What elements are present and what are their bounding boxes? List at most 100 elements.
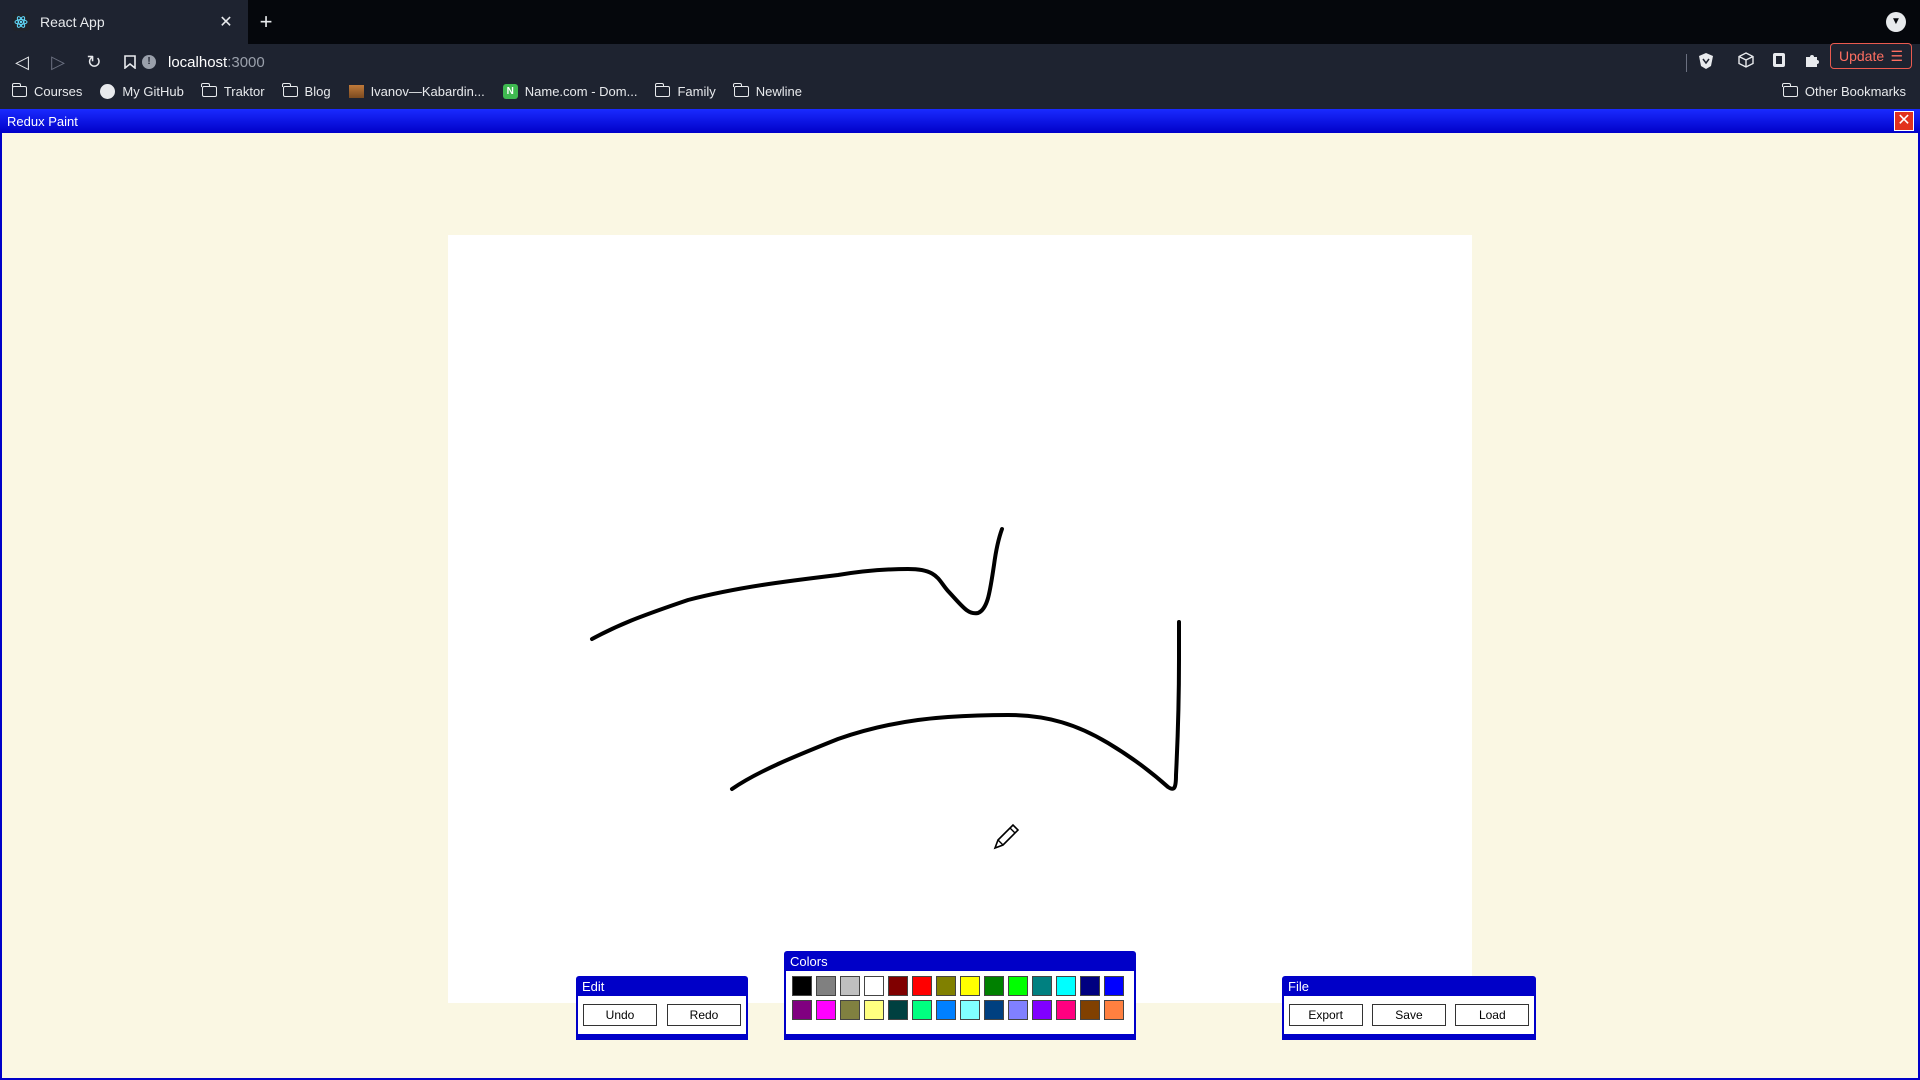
folder-icon (201, 82, 217, 97)
color-swatch[interactable] (816, 976, 836, 996)
site-info-icon[interactable]: ! (142, 55, 156, 69)
color-swatch[interactable] (912, 1000, 932, 1020)
bookmark-blog[interactable]: Blog (282, 82, 331, 99)
tab-menu-icon[interactable]: ▼ (1886, 12, 1906, 32)
file-panel-title: File (1288, 979, 1309, 994)
color-swatch[interactable] (960, 976, 980, 996)
other-bookmarks[interactable]: Other Bookmarks (1782, 78, 1906, 104)
color-swatch[interactable] (1080, 976, 1100, 996)
color-palette (786, 971, 1134, 1034)
bookmark-newline[interactable]: Newline (733, 82, 802, 99)
react-icon (12, 13, 30, 31)
color-swatch[interactable] (840, 1000, 860, 1020)
menu-icon: ☰ (1890, 47, 1903, 64)
file-panel-body: Export Save Load (1284, 996, 1534, 1034)
redo-button[interactable]: Redo (667, 1004, 741, 1026)
site-favicon-icon (348, 84, 364, 98)
bookmark-label: Traktor (223, 83, 265, 99)
canvas-strokes (590, 527, 1181, 791)
update-button[interactable]: Update ☰ (1830, 43, 1912, 69)
stroke-1 (590, 527, 1004, 641)
color-swatch[interactable] (816, 1000, 836, 1020)
color-swatch[interactable] (984, 1000, 1004, 1020)
edit-panel-title: Edit (582, 979, 605, 994)
color-swatch[interactable] (912, 976, 932, 996)
folder-icon (11, 82, 27, 97)
app-title: Redux Paint (7, 113, 78, 129)
bookmark-ivanov[interactable]: Ivanov—Kabardin... (348, 83, 485, 99)
forward-icon[interactable]: ▷ (42, 46, 74, 78)
folder-icon (654, 82, 671, 97)
address-bar[interactable]: ! localhost:3000 (142, 46, 1690, 78)
color-swatch[interactable] (1080, 1000, 1100, 1020)
color-swatch[interactable] (960, 1000, 980, 1020)
swatch-row-2 (792, 1000, 1128, 1020)
browser-toolbar: ◁ ▷ ↻ ! localhost:3000 Update ☰ Courses … (0, 43, 1920, 112)
bookmark-label: Blog (304, 83, 331, 99)
export-button[interactable]: Export (1288, 1004, 1363, 1026)
drawing-canvas[interactable] (448, 235, 1472, 1003)
folder-icon (733, 82, 749, 97)
bookmark-github[interactable]: My GitHub (100, 83, 184, 99)
back-icon[interactable]: ◁ (6, 46, 38, 78)
color-swatch[interactable] (984, 976, 1004, 996)
url-host: localhost (168, 53, 228, 71)
color-swatch[interactable] (936, 976, 956, 996)
color-swatch[interactable] (840, 976, 860, 996)
cube-extension-icon[interactable] (1736, 52, 1756, 72)
file-panel: File Export Save Load (1282, 976, 1536, 1040)
app-close-icon[interactable]: ✕ (1894, 111, 1914, 131)
edit-panel: Edit Undo Redo (576, 976, 748, 1040)
bookmark-courses[interactable]: Courses (11, 82, 83, 99)
shield-extension-icon[interactable] (1769, 52, 1789, 72)
browser-tab[interactable]: React App ✕ (0, 0, 248, 44)
color-swatch[interactable] (936, 1000, 956, 1020)
bookmark-label: Newline (755, 83, 802, 99)
update-label: Update (1839, 48, 1885, 64)
save-button[interactable]: Save (1371, 1004, 1446, 1026)
color-swatch[interactable] (1104, 976, 1124, 996)
color-swatch[interactable] (792, 1000, 812, 1020)
new-tab-icon[interactable]: + (252, 8, 280, 36)
color-swatch[interactable] (888, 976, 908, 996)
brave-shield-icon[interactable] (1696, 52, 1716, 72)
reload-icon[interactable]: ↻ (78, 46, 110, 78)
color-swatch[interactable] (1056, 976, 1076, 996)
tab-strip: React App ✕ + ▼ (0, 0, 1920, 44)
bookmark-family[interactable]: Family (654, 82, 716, 99)
color-swatch[interactable] (792, 976, 812, 996)
url-port: :3000 (227, 53, 265, 71)
colors-panel-title: Colors (790, 954, 828, 969)
color-swatch[interactable] (1008, 976, 1028, 996)
colors-panel: Colors (784, 951, 1136, 1040)
color-swatch[interactable] (864, 1000, 884, 1020)
folder-icon (282, 82, 298, 97)
load-button[interactable]: Load (1455, 1004, 1530, 1026)
bookmark-label: Name.com - Dom... (524, 83, 638, 99)
namecom-icon: N (502, 83, 518, 99)
undo-button[interactable]: Undo (583, 1004, 657, 1026)
swatch-row-1 (792, 976, 1128, 996)
folder-icon (1782, 82, 1798, 97)
bookmark-label: Ivanov—Kabardin... (370, 83, 485, 99)
color-swatch[interactable] (1056, 1000, 1076, 1020)
extensions-puzzle-icon[interactable] (1802, 52, 1822, 72)
color-swatch[interactable] (888, 1000, 908, 1020)
color-swatch[interactable] (1104, 1000, 1124, 1020)
pencil-cursor-icon (993, 823, 1020, 850)
color-swatch[interactable] (1032, 1000, 1052, 1020)
bookmark-label: Family (677, 83, 716, 99)
url-separator (1686, 54, 1687, 72)
bookmark-label: Courses (34, 83, 83, 99)
bookmarks-bar: Courses My GitHub Traktor Blog Ivanov—Ka… (0, 78, 1920, 104)
edit-panel-body: Undo Redo (578, 996, 746, 1034)
color-swatch[interactable] (1008, 1000, 1028, 1020)
bookmark-traktor[interactable]: Traktor (201, 82, 265, 99)
other-bookmarks-label: Other Bookmarks (1804, 83, 1906, 99)
app-titlebar: Redux Paint ✕ (0, 109, 1920, 133)
bookmark-namecom[interactable]: N Name.com - Dom... (502, 83, 638, 99)
color-swatch[interactable] (864, 976, 884, 996)
close-tab-icon[interactable]: ✕ (216, 12, 236, 32)
bookmark-label: My GitHub (122, 83, 184, 99)
color-swatch[interactable] (1032, 976, 1052, 996)
